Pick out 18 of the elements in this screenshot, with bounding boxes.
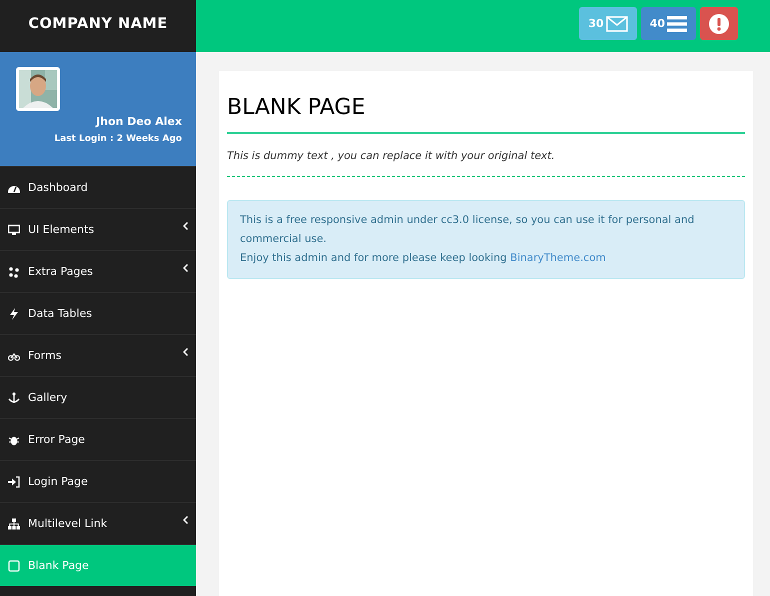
last-login: Last Login : 2 Weeks Ago [54,134,182,144]
envelope-icon [606,16,628,32]
exclamation-icon [709,14,729,34]
sign-in-icon [8,476,20,488]
alert-text: Enjoy this admin and for more please keep looking BinaryTheme.com [240,251,607,266]
page-subtitle: This is dummy text , you can replace it with your original text. [227,150,556,162]
alert-text: This is a free responsive admin under cc3.0 license, so you can use it for personal and commercial use. [240,213,696,247]
page-title: BLANK PAGE [227,95,366,120]
monitor-icon [8,224,20,236]
header-button[interactable] [700,7,738,40]
user-name: Jhon Deo Alex [96,115,182,128]
company-name: COMPANY NAME [28,16,168,32]
sitemap-icon [8,518,20,530]
header-button[interactable]: 40 [640,7,696,40]
square-icon [8,560,20,572]
anchor-icon [8,392,20,404]
menu-icon [667,16,687,32]
bolt-icon [8,308,20,320]
